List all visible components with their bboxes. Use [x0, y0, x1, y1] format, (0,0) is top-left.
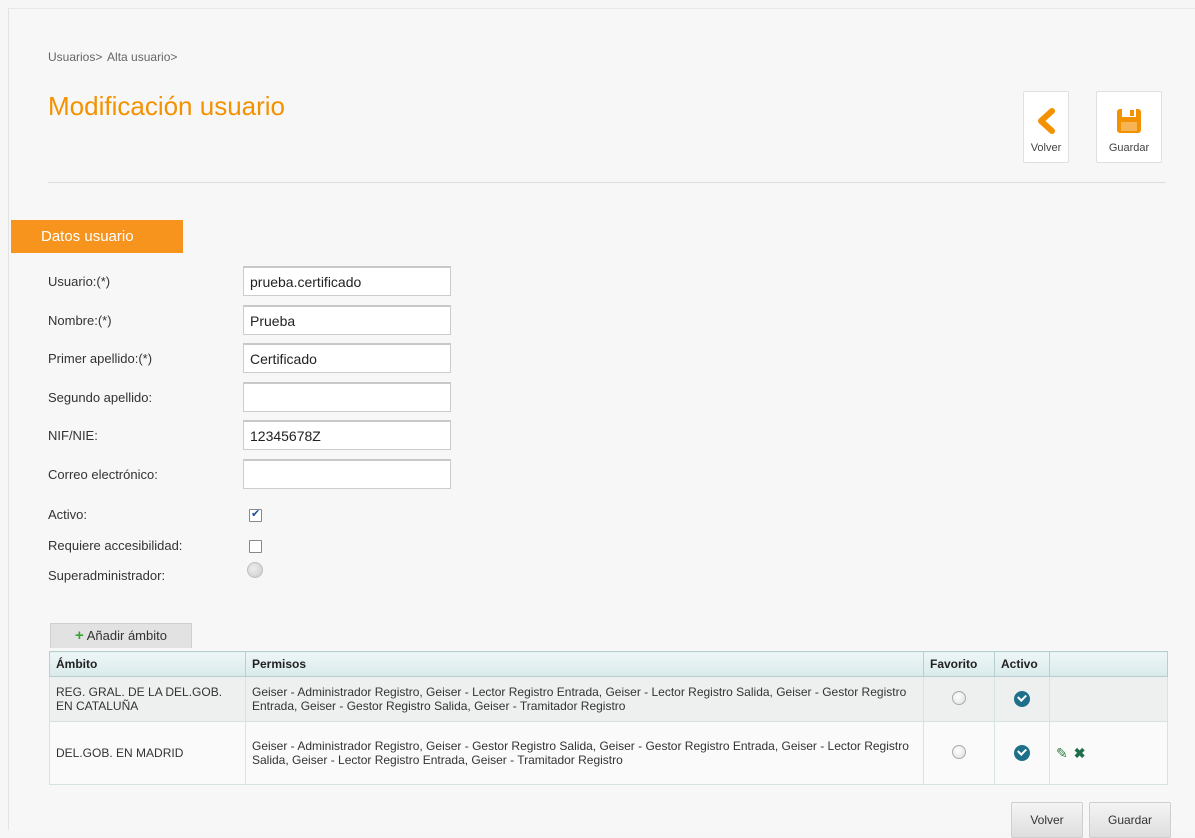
back-toolbar-label: Volver: [1030, 142, 1062, 154]
add-scope-label: Añadir ámbito: [86, 628, 167, 643]
section-tab-datos-usuario: Datos usuario: [11, 220, 183, 253]
page: Usuarios> Alta usuario> Modificación usu…: [8, 8, 1195, 838]
field-label-correo: Correo electrónico:: [48, 467, 158, 482]
pencil-icon[interactable]: ✎: [1056, 745, 1068, 762]
save-toolbar-button[interactable]: Guardar: [1096, 91, 1162, 163]
chevron-left-icon: [1038, 108, 1055, 134]
field-label-activo: Activo:: [48, 507, 88, 522]
table-header-row: Ámbito Permisos Favorito Activo: [49, 651, 1168, 677]
page-title: Modificación usuario: [48, 91, 286, 121]
favorite-radio[interactable]: [952, 744, 966, 759]
cell-permisos: Geiser - Administrador Registro, Geiser …: [245, 676, 924, 722]
divider: [48, 182, 1166, 183]
table-row: DEL.GOB. EN MADRID Geiser - Administrado…: [49, 721, 1168, 785]
field-label-segundo-apellido: Segundo apellido:: [48, 390, 153, 405]
field-label-nif-nie: NIF/NIE:: [48, 428, 98, 443]
activo-checkbox[interactable]: [249, 507, 262, 522]
usuario-field[interactable]: [243, 266, 451, 296]
field-label-nombre: Nombre:(*): [48, 313, 112, 328]
breadcrumb-item-alta-usuario[interactable]: Alta usuario>: [107, 50, 177, 64]
favorite-radio[interactable]: [952, 690, 966, 705]
delete-x-icon[interactable]: ✖: [1074, 745, 1086, 762]
correo-electronico-field[interactable]: [243, 459, 451, 489]
cell-activo: [994, 676, 1050, 722]
column-header-actions: [1049, 651, 1168, 677]
cell-activo: [994, 721, 1050, 785]
add-scope-button[interactable]: + Añadir ámbito: [50, 623, 192, 648]
plus-icon: +: [75, 627, 84, 644]
cell-ambito: REG. GRAL. DE LA DEL.GOB. EN CATALUÑA: [49, 676, 246, 722]
cell-permisos: Geiser - Administrador Registro, Geiser …: [245, 721, 924, 785]
field-label-usuario: Usuario:(*): [48, 274, 111, 289]
superadmin-radio: [247, 562, 263, 578]
field-label-accesibilidad: Requiere accesibilidad:: [48, 538, 183, 553]
save-button[interactable]: Guardar: [1089, 802, 1171, 838]
breadcrumb-item-usuarios[interactable]: Usuarios>: [48, 50, 102, 64]
check-circle-icon: [1014, 745, 1030, 761]
segundo-apellido-field[interactable]: [243, 382, 451, 412]
nombre-field[interactable]: [243, 305, 451, 335]
field-label-primer-apellido: Primer apellido:(*): [48, 351, 153, 366]
cell-favorito: [923, 721, 995, 785]
floppy-disk-icon: [1117, 109, 1141, 133]
cell-actions: [1049, 676, 1168, 722]
column-header-activo: Activo: [994, 651, 1050, 677]
save-toolbar-label: Guardar: [1108, 142, 1150, 154]
table-row: REG. GRAL. DE LA DEL.GOB. EN CATALUÑA Ge…: [49, 676, 1168, 722]
column-header-favorito: Favorito: [923, 651, 995, 677]
cell-ambito: DEL.GOB. EN MADRID: [49, 721, 246, 785]
breadcrumb: Usuarios> Alta usuario>: [48, 50, 179, 64]
back-button[interactable]: Volver: [1011, 802, 1083, 838]
primer-apellido-field[interactable]: [243, 343, 451, 373]
back-toolbar-button[interactable]: Volver: [1023, 91, 1069, 163]
cell-actions: ✎ ✖: [1049, 721, 1168, 785]
accesibilidad-checkbox[interactable]: [249, 540, 262, 553]
check-circle-icon: [1014, 691, 1030, 707]
field-label-superadmin: Superadministrador:: [48, 568, 166, 583]
column-header-ambito: Ámbito: [49, 651, 246, 677]
cell-favorito: [923, 676, 995, 722]
nif-nie-field[interactable]: [243, 420, 451, 450]
scopes-table: Ámbito Permisos Favorito Activo REG. GRA…: [49, 651, 1168, 785]
column-header-permisos: Permisos: [245, 651, 924, 677]
